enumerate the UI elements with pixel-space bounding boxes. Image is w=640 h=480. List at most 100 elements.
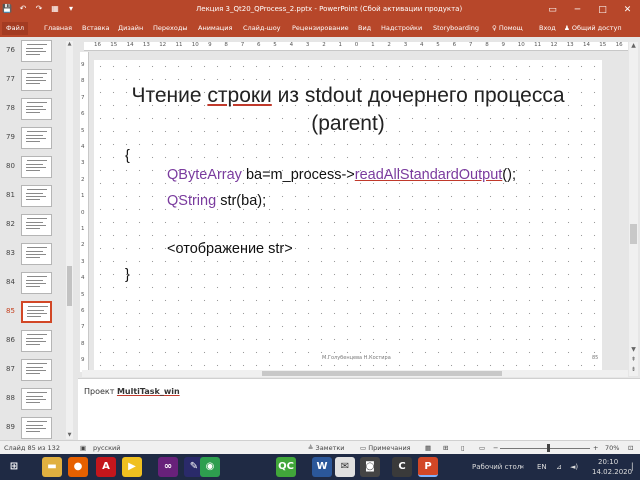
code-brace-open[interactable]: { — [125, 148, 130, 164]
slide-thumbnail-preview[interactable] — [21, 185, 52, 207]
comments-toggle-button[interactable]: ▭ Примечания — [360, 444, 411, 452]
tab-file[interactable]: Файл — [2, 22, 28, 35]
code-brace-close[interactable]: } — [125, 267, 130, 283]
redo-icon[interactable]: ↷ — [34, 3, 44, 14]
language-indicator[interactable]: русский — [93, 444, 121, 452]
slide-thumbnail[interactable]: 76 — [0, 37, 76, 66]
slide-thumbnail-preview[interactable] — [21, 301, 52, 323]
zoom-in-button[interactable]: + — [593, 444, 598, 452]
minimize-button[interactable]: ─ — [565, 0, 590, 20]
tab-design[interactable]: Дизайн — [118, 24, 143, 32]
tab-addins[interactable]: Надстройки — [381, 24, 422, 32]
slide-thumbnail[interactable]: 79 — [0, 124, 76, 153]
save-icon[interactable]: 💾 — [2, 3, 12, 14]
firefox-icon[interactable]: ● — [68, 457, 88, 477]
slide-thumbnail[interactable]: 80 — [0, 153, 76, 182]
slide-thumbnail[interactable]: 89 — [0, 414, 76, 443]
slide-thumbnail[interactable]: 84 — [0, 269, 76, 298]
slide-thumbnail[interactable]: 88 — [0, 385, 76, 414]
volume-icon[interactable]: ◄) — [570, 463, 578, 471]
acrobat-icon[interactable]: A — [96, 457, 116, 477]
slide-title[interactable]: Чтение строки из stdout дочернего процес… — [94, 82, 602, 138]
slide-thumbnail-preview[interactable] — [21, 156, 52, 178]
next-slide-icon[interactable]: ⇟ — [629, 366, 638, 374]
reading-view-icon[interactable]: ▯ — [461, 444, 465, 452]
zoom-level[interactable]: 70% — [605, 444, 619, 452]
normal-view-icon[interactable]: ▦ — [425, 444, 431, 452]
desktop-toolbar[interactable]: Рабочий стол — [472, 463, 521, 471]
fit-to-window-icon[interactable]: ⊡ — [628, 444, 633, 452]
signin-button[interactable]: Вход — [539, 24, 556, 32]
tray-expand-icon[interactable]: « — [520, 463, 524, 471]
slide-thumbnail-preview[interactable] — [21, 417, 52, 439]
scroll-up-icon[interactable]: ▲ — [629, 42, 638, 50]
spellcheck-icon[interactable]: ▣ — [80, 444, 86, 452]
slide-thumbnail[interactable]: 83 — [0, 240, 76, 269]
tab-storyboarding[interactable]: Storyboarding — [433, 24, 479, 32]
slide-thumbnail-preview[interactable] — [21, 40, 52, 62]
word-icon[interactable]: W — [312, 457, 332, 477]
customize-qat-icon[interactable]: ▾ — [66, 3, 76, 14]
scroll-down-icon[interactable]: ▼ — [629, 346, 638, 354]
slide-thumbnail-preview[interactable] — [21, 127, 52, 149]
windows-icon[interactable]: ⊞ — [4, 457, 24, 477]
tab-slideshow[interactable]: Слайд-шоу — [243, 24, 281, 32]
network-icon[interactable]: ⊿ — [556, 463, 562, 471]
slide-thumbnail-preview[interactable] — [21, 388, 52, 410]
scrollbar-thumb[interactable] — [630, 224, 637, 244]
zoom-out-button[interactable]: − — [493, 444, 498, 452]
slide-thumbnail[interactable]: 86 — [0, 327, 76, 356]
slide-thumbnail[interactable]: 82 — [0, 211, 76, 240]
tab-insert[interactable]: Вставка — [82, 24, 110, 32]
help-button[interactable]: ♀ Помощ — [492, 24, 523, 32]
slide-thumbnail-preview[interactable] — [21, 98, 52, 120]
ribbon-display-icon[interactable]: ▭ — [540, 0, 565, 20]
previous-slide-icon[interactable]: ⇞ — [629, 356, 638, 364]
zoom-slider[interactable] — [500, 448, 590, 449]
show-desktop-button[interactable]: ▏ — [632, 463, 637, 471]
code-line-1[interactable]: QByteArray ba=m_process->readAllStandard… — [167, 167, 516, 183]
tab-home[interactable]: Главная — [44, 24, 72, 32]
undo-icon[interactable]: ↶ — [18, 3, 28, 14]
camera-icon[interactable]: ◙ — [360, 457, 380, 477]
notes-toggle-button[interactable]: ≜ Заметки — [308, 444, 345, 452]
slide-thumbnail-preview[interactable] — [21, 243, 52, 265]
notes-text[interactable]: Проект MultiTask_win — [84, 387, 180, 396]
explorer-icon[interactable]: ▬ — [42, 457, 62, 477]
input-language[interactable]: EN — [537, 463, 547, 471]
slideshow-view-icon[interactable]: ▭ — [479, 444, 485, 452]
zoom-slider-handle[interactable] — [547, 444, 550, 452]
slide-sorter-icon[interactable]: ⊞ — [443, 444, 448, 452]
start-slideshow-icon[interactable]: ▦ — [50, 3, 60, 14]
notes-pane[interactable]: Проект MultiTask_win — [78, 378, 640, 440]
slide-thumbnail-preview[interactable] — [21, 214, 52, 236]
powerpoint-icon[interactable]: P — [418, 457, 438, 477]
maximize-button[interactable]: □ — [590, 0, 615, 20]
media-icon[interactable]: ▶ — [122, 457, 142, 477]
scrollbar-thumb[interactable] — [262, 371, 502, 376]
mail-icon[interactable]: ✉ — [335, 457, 355, 477]
slide-thumbnail[interactable]: 77 — [0, 66, 76, 95]
tab-review[interactable]: Рецензирование — [292, 24, 349, 32]
slide-thumbnail-preview[interactable] — [21, 272, 52, 294]
editor-horizontal-scrollbar[interactable] — [82, 370, 628, 377]
tab-transitions[interactable]: Переходы — [153, 24, 187, 32]
qt-creator-icon[interactable]: QC — [276, 457, 296, 477]
code-line-2[interactable]: QString str(ba); — [167, 193, 266, 209]
slide-thumbnail-preview[interactable] — [21, 359, 52, 381]
clock-date[interactable]: 14.02.2020 — [592, 468, 632, 476]
slide-thumbnail-preview[interactable] — [21, 69, 52, 91]
code-line-3[interactable]: <отображение str> — [167, 241, 293, 257]
camtasia-icon[interactable]: C — [392, 457, 412, 477]
share-button[interactable]: ♟ Общий доступ — [564, 24, 622, 32]
slide-thumbnail-preview[interactable] — [21, 330, 52, 352]
slide-thumbnail[interactable]: 85 — [0, 298, 76, 327]
visual-studio-icon[interactable]: ∞ — [158, 457, 178, 477]
slide-thumbnail[interactable]: 78 — [0, 95, 76, 124]
tab-view[interactable]: Вид — [358, 24, 371, 32]
slide-thumbnail[interactable]: 81 — [0, 182, 76, 211]
close-button[interactable]: ✕ — [615, 0, 640, 20]
clock-time[interactable]: 20:10 — [598, 458, 618, 466]
chrome-icon[interactable]: ◉ — [200, 457, 220, 477]
slide-thumbnail[interactable]: 87 — [0, 356, 76, 385]
